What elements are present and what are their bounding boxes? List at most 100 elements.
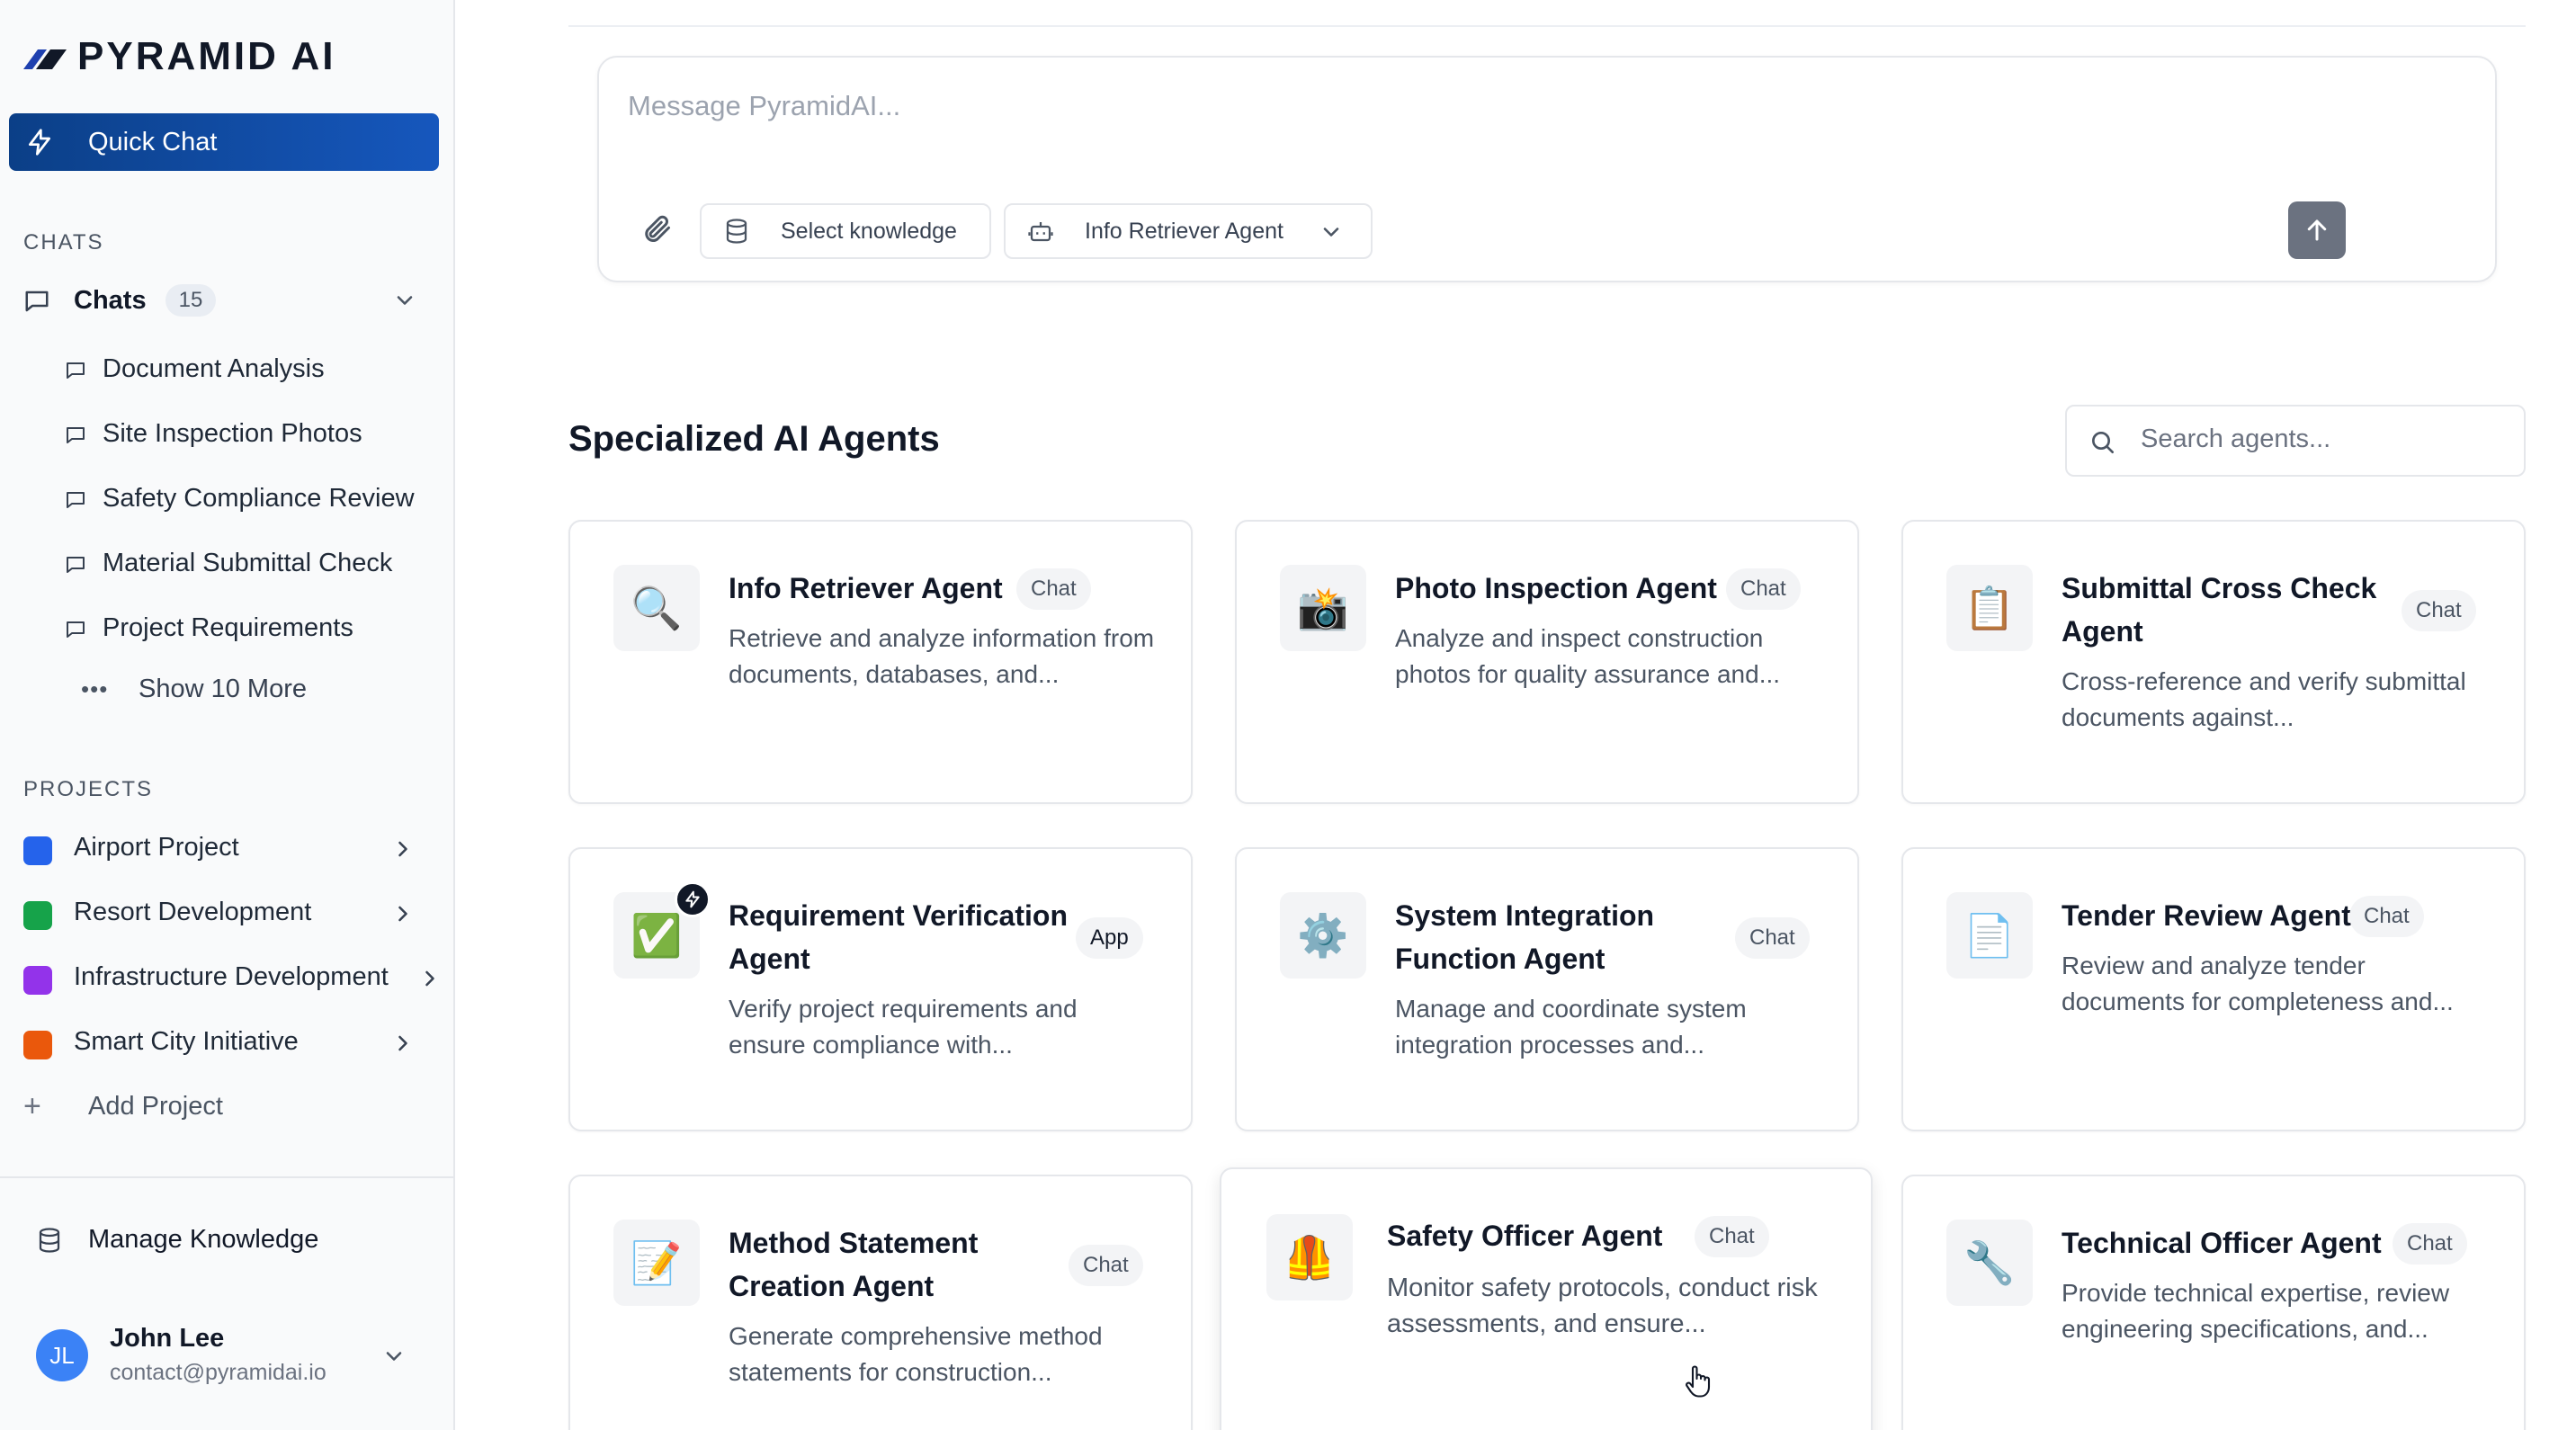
- camera-flash-icon: 📸: [1280, 565, 1366, 651]
- agent-card-requirement-verification[interactable]: ✅ Requirement Verification Agent App Ver…: [568, 847, 1193, 1131]
- arrow-up-icon: [2307, 219, 2327, 241]
- chat-item-label: Safety Compliance Review: [103, 483, 415, 513]
- chat-item-material-submittal-check[interactable]: Material Submittal Check: [65, 541, 434, 585]
- agent-card-title: Technical Officer Agent: [2062, 1227, 2382, 1259]
- project-color-swatch: [23, 836, 52, 865]
- agent-card-description: Monitor safety protocols, conduct risk a…: [1387, 1274, 1818, 1338]
- chevron-right-icon: [398, 906, 407, 922]
- user-email: contact@pyramidai.io: [110, 1360, 326, 1385]
- sidebar: PYRAMID AI Quick Chat CHATS Chats 15 Doc…: [0, 0, 455, 1430]
- wrench-icon: 🔧: [1946, 1220, 2033, 1306]
- lightning-badge-icon: [675, 881, 711, 917]
- agent-card-title: Requirement Verification Agent: [729, 899, 1068, 975]
- agent-card-safety-officer[interactable]: 🦺 Safety Officer Agent Chat Monitor safe…: [1220, 1167, 1873, 1430]
- agent-card-tender-review[interactable]: 📄 Tender Review Agent Chat Review and an…: [1901, 847, 2526, 1131]
- agent-card-description: Analyze and inspect construction photos …: [1395, 624, 1781, 688]
- project-item-smart-city[interactable]: Smart City Initiative: [23, 1020, 446, 1063]
- project-color-swatch: [23, 901, 52, 930]
- attach-button[interactable]: [640, 212, 676, 248]
- database-icon: [726, 219, 747, 244]
- chat-bubble-icon: [67, 362, 85, 379]
- agent-type-badge: Chat: [2402, 590, 2476, 631]
- agent-card-title: System Integration Function Agent: [1395, 899, 1655, 975]
- agent-card-description: Review and analyze tender documents for …: [2062, 952, 2454, 1015]
- chats-label: Chats: [74, 285, 147, 315]
- agent-card-title: Submittal Cross Check Agent: [2062, 572, 2377, 648]
- message-composer: Select knowledge Info Retriever Agent: [597, 56, 2497, 282]
- chat-item-safety-compliance-review[interactable]: Safety Compliance Review: [65, 477, 434, 520]
- quick-chat-button[interactable]: Quick Chat: [9, 113, 439, 171]
- manage-knowledge-label: Manage Knowledge: [88, 1224, 319, 1254]
- agent-card-title: Method Statement Creation Agent: [729, 1227, 979, 1302]
- add-project-button[interactable]: + Add Project: [23, 1085, 293, 1128]
- agent-card-photo-inspection[interactable]: 📸 Photo Inspection Agent Chat Analyze an…: [1235, 520, 1859, 804]
- project-label: Airport Project: [74, 832, 239, 862]
- bot-icon: [1028, 222, 1053, 242]
- message-input[interactable]: [628, 90, 2337, 122]
- agent-card-description: Provide technical expertise, review engi…: [2062, 1279, 2450, 1343]
- chevron-right-icon: [398, 1035, 407, 1051]
- chat-bubble-icon: [67, 621, 85, 638]
- add-project-label: Add Project: [88, 1091, 223, 1121]
- chat-item-label: Document Analysis: [103, 353, 325, 383]
- magnifier-icon: 🔍: [613, 565, 700, 651]
- app-window: PYRAMID AI Quick Chat CHATS Chats 15 Doc…: [0, 0, 2576, 1430]
- project-label: Resort Development: [74, 897, 312, 926]
- chat-item-document-analysis[interactable]: Document Analysis: [65, 347, 434, 390]
- chevron-down-icon: [1323, 228, 1339, 237]
- clipboard-icon: 📋: [1946, 565, 2033, 651]
- agent-card-description: Retrieve and analyze information from do…: [729, 624, 1155, 688]
- manage-knowledge-button[interactable]: Manage Knowledge: [36, 1218, 414, 1261]
- project-item-infrastructure[interactable]: Infrastructure Development: [23, 955, 446, 998]
- select-knowledge-label: Select knowledge: [781, 218, 957, 244]
- show-more-chats-button[interactable]: ••• Show 10 More: [81, 667, 351, 711]
- agent-select-dropdown[interactable]: Info Retriever Agent: [1004, 203, 1373, 259]
- agent-card-submittal-cross-check[interactable]: 📋 Submittal Cross Check Agent Chat Cross…: [1901, 520, 2526, 804]
- chat-item-label: Site Inspection Photos: [103, 418, 362, 448]
- project-item-airport[interactable]: Airport Project: [23, 826, 446, 869]
- agent-card-technical-officer[interactable]: 🔧 Technical Officer Agent Chat Provide t…: [1901, 1175, 2526, 1430]
- send-button[interactable]: [2288, 201, 2346, 259]
- user-menu[interactable]: JL John Lee contact@pyramidai.io: [36, 1320, 432, 1392]
- project-item-resort[interactable]: Resort Development: [23, 890, 446, 934]
- hand-pointer-icon: [1686, 1365, 1711, 1398]
- agent-type-badge: Chat: [2349, 896, 2424, 937]
- chats-section-label: CHATS: [23, 230, 104, 255]
- projects-section-label: PROJECTS: [23, 777, 154, 801]
- agent-card-info-retriever[interactable]: 🔍 Info Retriever Agent Chat Retrieve and…: [568, 520, 1193, 804]
- plus-icon: +: [23, 1088, 41, 1123]
- agent-type-badge: App: [1076, 917, 1143, 959]
- agent-type-badge: Chat: [1069, 1245, 1143, 1286]
- brand-logo[interactable]: PYRAMID AI: [22, 34, 336, 79]
- chat-item-site-inspection-photos[interactable]: Site Inspection Photos: [65, 412, 434, 455]
- select-knowledge-button[interactable]: Select knowledge: [700, 203, 991, 259]
- agent-card-description: Manage and coordinate system integration…: [1395, 995, 1747, 1059]
- document-icon: 📄: [1946, 892, 2033, 979]
- agent-card-method-statement[interactable]: 📝 Method Statement Creation Agent Chat G…: [568, 1175, 1193, 1430]
- database-icon: [39, 1228, 60, 1253]
- project-label: Infrastructure Development: [74, 961, 389, 991]
- agent-type-badge: Chat: [1735, 917, 1810, 959]
- agent-type-badge: Chat: [1695, 1216, 1769, 1257]
- agent-card-description: Verify project requirements and ensure c…: [729, 995, 1078, 1059]
- agent-card-system-integration[interactable]: ⚙️ System Integration Function Agent Cha…: [1235, 847, 1859, 1131]
- agent-select-label: Info Retriever Agent: [1085, 218, 1284, 244]
- safety-vest-icon: 🦺: [1266, 1214, 1353, 1300]
- chats-group-toggle[interactable]: Chats 15: [23, 279, 437, 322]
- gear-icon: ⚙️: [1280, 892, 1366, 979]
- chevron-down-icon: [386, 1352, 402, 1361]
- agent-type-badge: Chat: [1726, 568, 1801, 610]
- agent-card-title: Photo Inspection Agent: [1395, 572, 1717, 604]
- check-mark-icon: ✅: [613, 881, 711, 979]
- show-more-label: Show 10 More: [139, 674, 307, 703]
- top-divider: [568, 25, 2526, 27]
- project-label: Smart City Initiative: [74, 1026, 299, 1056]
- agent-search-input[interactable]: [2141, 425, 2500, 454]
- quick-chat-label: Quick Chat: [88, 127, 218, 156]
- agent-card-description: Cross-reference and verify submittal doc…: [2062, 667, 2466, 731]
- agents-section-title: Specialized AI Agents: [568, 419, 940, 459]
- chat-item-project-requirements[interactable]: Project Requirements: [65, 606, 434, 649]
- agent-type-badge: Chat: [2393, 1223, 2467, 1265]
- sidebar-divider: [0, 1176, 455, 1178]
- check-mark-glyph: ✅: [631, 911, 683, 959]
